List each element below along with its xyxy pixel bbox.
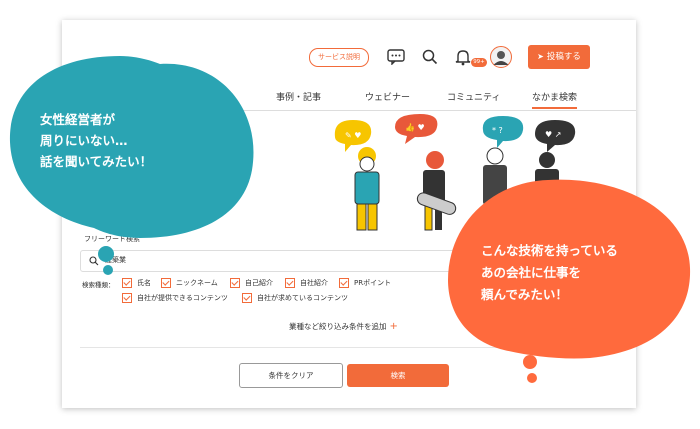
left-bubble-line: 話を聞いてみたい！	[40, 154, 153, 169]
left-bubble-line: 女性経営者が	[40, 112, 116, 127]
left-bubble-line: 周りにいない…	[40, 133, 128, 148]
right-bubble-line: こんな技術を持っている	[481, 243, 618, 258]
right-bubble-line: あの会社に仕事を	[481, 265, 582, 280]
left-bubble-text: 女性経営者が 周りにいない… 話を聞いてみたい！	[40, 109, 152, 172]
speech-bubbles	[9, 56, 691, 383]
right-bubble-text: こんな技術を持っている あの会社に仕事を 頼んでみたい！	[481, 240, 618, 306]
right-bubble-line: 頼んでみたい！	[481, 287, 568, 302]
